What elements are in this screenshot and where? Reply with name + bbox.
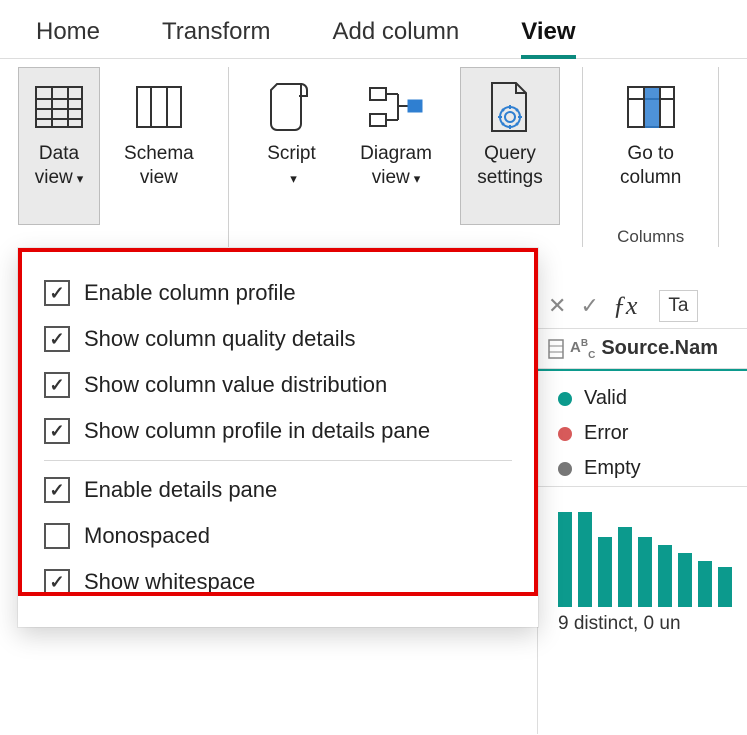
opt-enable-column-profile[interactable]: Enable column profile xyxy=(44,270,512,316)
hist-bar xyxy=(638,537,652,607)
column-header[interactable]: ABC Source.Nam xyxy=(538,329,747,369)
value-distribution-histogram xyxy=(538,487,747,607)
table-grid-icon xyxy=(34,74,84,140)
menu-divider xyxy=(44,460,512,461)
checkbox-icon[interactable] xyxy=(44,418,70,444)
checkbox-icon[interactable] xyxy=(44,326,70,352)
hist-bar xyxy=(578,512,592,607)
dot-empty-icon xyxy=(558,462,572,476)
data-preview-panel: ✕ ✓ ƒx Ta ABC Source.Nam Valid Error Emp… xyxy=(537,284,747,734)
dot-valid-icon xyxy=(558,392,572,406)
checkbox-icon[interactable] xyxy=(44,569,70,595)
hist-bar xyxy=(658,545,672,607)
schema-view-button[interactable]: Schema view xyxy=(112,67,206,225)
tab-home[interactable]: Home xyxy=(36,18,100,46)
hist-bar xyxy=(718,567,732,607)
query-settings-button[interactable]: Query settings xyxy=(460,67,561,225)
tab-add-column[interactable]: Add column xyxy=(333,18,460,46)
go-to-column-button[interactable]: Go to column xyxy=(605,67,696,225)
table-mini-icon xyxy=(548,339,564,359)
hist-bar xyxy=(698,561,712,607)
dot-error-icon xyxy=(558,427,572,441)
script-icon xyxy=(269,74,313,140)
hist-bar xyxy=(558,512,572,607)
columns-group-label: Columns xyxy=(617,227,684,247)
opt-enable-details-pane[interactable]: Enable details pane xyxy=(44,467,512,513)
cancel-icon[interactable]: ✕ xyxy=(548,293,566,319)
hist-bar xyxy=(678,553,692,607)
opt-show-whitespace[interactable]: Show whitespace xyxy=(44,559,512,605)
tab-view[interactable]: View xyxy=(521,18,575,59)
goto-column-icon xyxy=(626,74,676,140)
tab-transform[interactable]: Transform xyxy=(162,18,270,46)
text-type-icon: ABC xyxy=(570,338,595,359)
opt-show-column-quality[interactable]: Show column quality details xyxy=(44,316,512,362)
column-quality-stats: Valid Error Empty xyxy=(538,369,747,487)
script-button[interactable]: Script▾ xyxy=(250,67,332,225)
checkbox-icon[interactable] xyxy=(44,372,70,398)
stat-valid: Valid xyxy=(558,381,733,416)
table-token: Ta xyxy=(659,290,697,322)
opt-show-value-distribution[interactable]: Show column value distribution xyxy=(44,362,512,408)
opt-show-profile-details-pane[interactable]: Show column profile in details pane xyxy=(44,408,512,454)
checkbox-icon[interactable] xyxy=(44,477,70,503)
stat-error: Error xyxy=(558,416,733,451)
data-view-dropdown: Enable column profile Show column qualit… xyxy=(18,248,538,627)
document-gear-icon xyxy=(488,74,532,140)
ribbon: Data view▾ Schema view Script▾ Diagram v… xyxy=(0,59,747,259)
stat-empty: Empty xyxy=(558,451,733,486)
data-view-button[interactable]: Data view▾ xyxy=(18,67,100,225)
opt-monospaced[interactable]: Monospaced xyxy=(44,513,512,559)
diagram-view-button[interactable]: Diagram view▾ xyxy=(344,67,447,225)
confirm-icon[interactable]: ✓ xyxy=(580,293,598,319)
hist-bar xyxy=(618,527,632,607)
checkbox-icon[interactable] xyxy=(44,523,70,549)
ribbon-tabs: Home Transform Add column View xyxy=(0,0,747,59)
checkbox-icon[interactable] xyxy=(44,280,70,306)
histogram-summary: 9 distinct, 0 un xyxy=(538,607,747,635)
diagram-icon xyxy=(368,74,424,140)
fx-icon[interactable]: ƒx xyxy=(613,291,638,321)
hist-bar xyxy=(598,537,612,607)
columns-icon xyxy=(135,74,183,140)
formula-bar[interactable]: ✕ ✓ ƒx Ta xyxy=(538,284,747,329)
